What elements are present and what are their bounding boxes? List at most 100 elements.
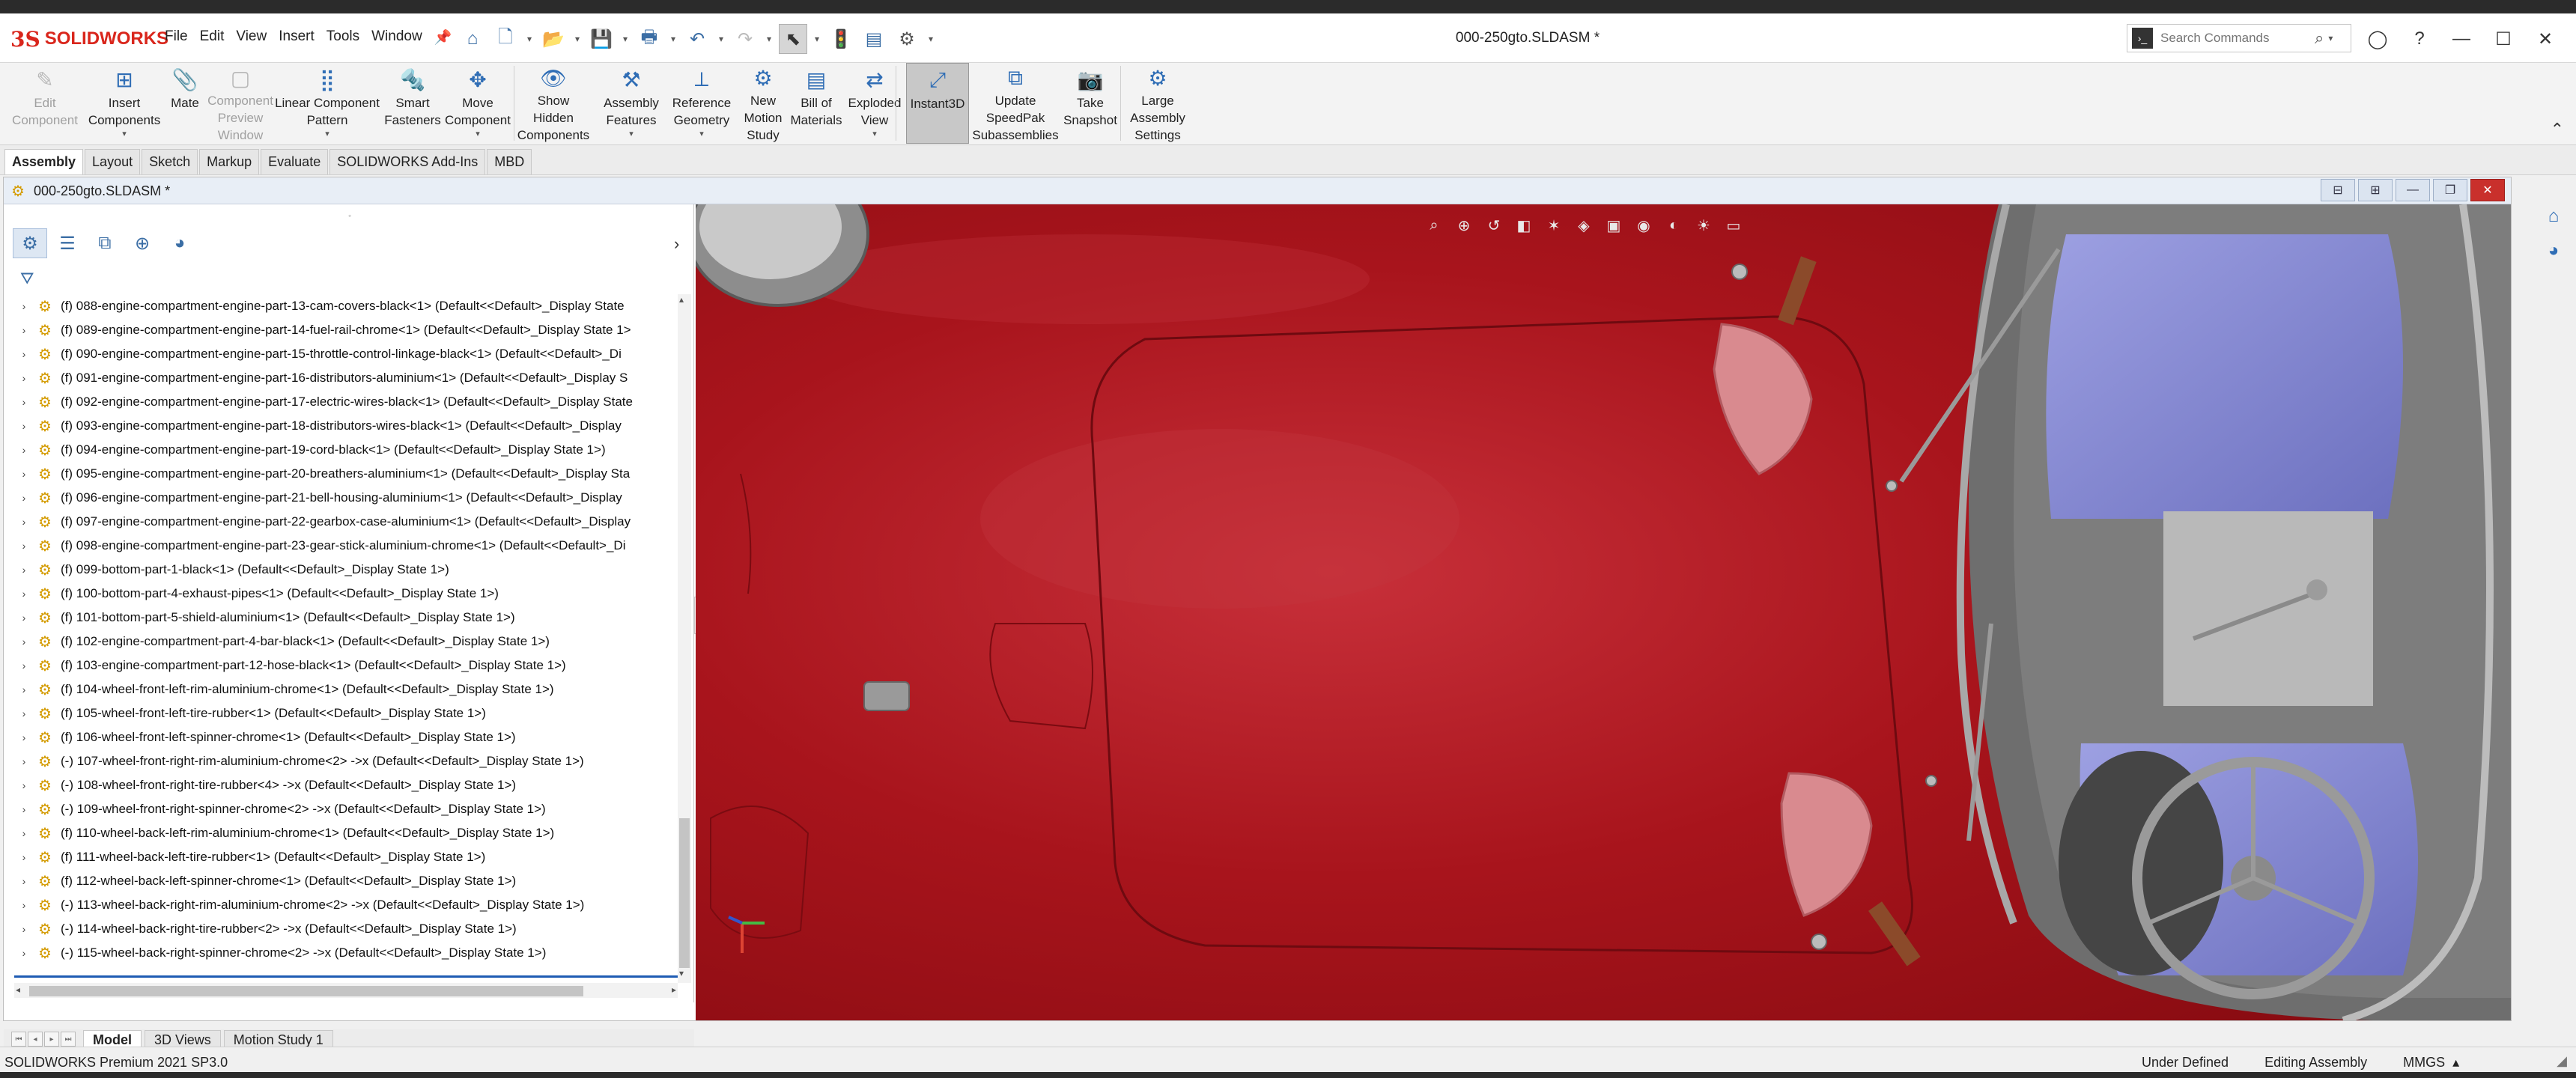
prev-tab-icon[interactable]: ◂ — [28, 1032, 43, 1047]
pin-menu-icon[interactable]: 📌 — [428, 24, 458, 51]
tree-item[interactable]: › ⚙ (f) 110-wheel-back-left-rim-aluminium-… — [14, 821, 679, 845]
tree-item[interactable]: › ⚙ (f) 091-engine-compartment-engine-part… — [14, 366, 679, 390]
expand-chevron-icon[interactable]: › — [14, 660, 34, 672]
ribbon-button-bom[interactable]: ▤ Bill of Materials — [789, 63, 843, 144]
expand-chevron-icon[interactable]: › — [14, 612, 34, 624]
expand-chevron-icon[interactable]: › — [14, 731, 34, 743]
tab-sketch[interactable]: Sketch — [142, 149, 198, 174]
undo-dropdown-icon[interactable]: ▾ — [716, 24, 726, 54]
zoom-to-fit-icon[interactable]: ⌕ — [1421, 212, 1448, 239]
tree-item[interactable]: › ⚙ (f) 089-engine-compartment-engine-part… — [14, 318, 679, 342]
new-dropdown-icon[interactable]: ▾ — [524, 24, 535, 54]
last-tab-icon[interactable]: ⏭ — [61, 1032, 76, 1047]
ribbon-button-linear-pattern[interactable]: ⣿ Linear Component Pattern ▾ — [271, 63, 383, 144]
edit-appearance-icon[interactable]: ◐ — [1660, 212, 1687, 239]
tab-layout[interactable]: Layout — [85, 149, 141, 174]
scroll-thumb[interactable] — [679, 818, 690, 968]
scroll-right-icon[interactable]: ▸ — [672, 984, 676, 995]
redo-icon[interactable]: ↷ — [731, 24, 759, 54]
expand-chevron-icon[interactable]: › — [14, 396, 34, 408]
expand-panel-chevron-icon[interactable]: › — [674, 234, 679, 254]
first-tab-icon[interactable]: ⏮ — [11, 1032, 26, 1047]
tree-item[interactable]: › ⚙ (-) 108-wheel-front-right-tire-rubber<… — [14, 773, 679, 797]
redo-dropdown-icon[interactable]: ▾ — [764, 24, 774, 54]
expand-chevron-icon[interactable]: › — [14, 707, 34, 719]
resize-grip-icon[interactable]: ◢ — [2557, 1053, 2567, 1069]
expand-chevron-icon[interactable]: › — [14, 564, 34, 576]
previous-view-icon[interactable]: ↺ — [1480, 212, 1507, 239]
ribbon-button-speedpak[interactable]: ⧉ Update SpeedPak Subassemblies — [970, 63, 1060, 144]
menu-file[interactable]: File — [159, 24, 194, 51]
user-account-icon[interactable]: ◯ — [2359, 24, 2396, 54]
ribbon-dropdown-arrow-icon[interactable]: ▾ — [122, 129, 127, 139]
tree-item[interactable]: › ⚙ (f) 103-engine-compartment-part-12-hos… — [14, 654, 679, 677]
menu-insert[interactable]: Insert — [273, 24, 321, 51]
print-dropdown-icon[interactable]: ▾ — [668, 24, 678, 54]
help-icon[interactable]: ? — [2401, 24, 2438, 54]
tree-item[interactable]: › ⚙ (-) 107-wheel-front-right-rim-aluminiu… — [14, 749, 679, 773]
tree-item[interactable]: › ⚙ (f) 112-wheel-back-left-spinner-chrome… — [14, 869, 679, 893]
hscroll-thumb[interactable] — [29, 986, 583, 996]
options-gear-icon[interactable]: ⚙ — [893, 24, 921, 54]
search-icon[interactable]: ⌕ — [2315, 28, 2324, 48]
tree-item[interactable]: › ⚙ (f) 098-engine-compartment-engine-part… — [14, 534, 679, 558]
tree-item[interactable]: › ⚙ (f) 106-wheel-front-left-spinner-chrom… — [14, 725, 679, 749]
ribbon-button-motion-study[interactable]: ⚙ New Motion Study — [738, 63, 788, 144]
solidworks-logo[interactable]: 3S SOLIDWORKS — [10, 24, 168, 54]
tree-item[interactable]: › ⚙ (f) 093-engine-compartment-engine-part… — [14, 414, 679, 438]
tile-vertical-icon[interactable]: ⊞ — [2358, 179, 2393, 201]
ribbon-button-smart-fasteners[interactable]: 🔩 Smart Fasteners — [384, 63, 441, 144]
tree-horizontal-scrollbar[interactable]: ◂ ▸ — [14, 983, 678, 998]
expand-chevron-icon[interactable]: › — [14, 492, 34, 504]
menu-window[interactable]: Window — [365, 24, 428, 51]
expand-chevron-icon[interactable]: › — [14, 923, 34, 935]
ribbon-button-mate[interactable]: 📎 Mate — [163, 63, 207, 144]
expand-chevron-icon[interactable]: › — [14, 827, 34, 839]
tree-item[interactable]: › ⚙ (f) 104-wheel-front-left-rim-aluminium… — [14, 677, 679, 701]
tree-item[interactable]: › ⚙ (-) 109-wheel-front-right-spinner-chro… — [14, 797, 679, 821]
search-commands-box[interactable]: ›_ ⌕ ▾ — [2127, 24, 2351, 52]
tree-item[interactable]: › ⚙ (f) 099-bottom-part-1-black<1> (Defaul… — [14, 558, 679, 582]
expand-chevron-icon[interactable]: › — [14, 420, 34, 432]
dynamic-annotation-icon[interactable]: ✶ — [1540, 212, 1567, 239]
scroll-down-icon[interactable]: ▾ — [679, 968, 684, 978]
ribbon-dropdown-arrow-icon[interactable]: ▾ — [476, 129, 480, 139]
ribbon-dropdown-arrow-icon[interactable]: ▾ — [629, 129, 634, 139]
search-dropdown-icon[interactable]: ▾ — [2328, 33, 2333, 43]
tree-item[interactable]: › ⚙ (f) 111-wheel-back-left-tire-rubber<1>… — [14, 845, 679, 869]
ribbon-dropdown-arrow-icon[interactable]: ▾ — [872, 129, 877, 139]
ribbon-button-snapshot[interactable]: 📷 Take Snapshot — [1063, 63, 1117, 144]
doc-restore-icon[interactable]: ❐ — [2433, 179, 2467, 201]
home-icon[interactable]: ⌂ — [458, 24, 487, 54]
expand-chevron-icon[interactable]: › — [14, 588, 34, 600]
property-manager-tab-icon[interactable]: ☰ — [50, 228, 85, 258]
apply-scene-icon[interactable]: ☀ — [1690, 212, 1717, 239]
menu-tools[interactable]: Tools — [321, 24, 365, 51]
minimize-icon[interactable]: — — [2443, 24, 2480, 54]
graphics-viewport[interactable]: ⌕ ⊕ ↺ ◧ ✶ ◈ ▣ ◉ ◐ ☀ ▭ — [696, 204, 2511, 1020]
scroll-up-icon[interactable]: ▴ — [679, 294, 684, 305]
expand-chevron-icon[interactable]: › — [14, 851, 34, 863]
tree-item[interactable]: › ⚙ (f) 092-engine-compartment-engine-part… — [14, 390, 679, 414]
tree-item[interactable]: › ⚙ (f) 096-engine-compartment-engine-part… — [14, 486, 679, 510]
tree-item[interactable]: › ⚙ (-) 115-wheel-back-right-spinner-chrom… — [14, 941, 679, 965]
tab-mbd[interactable]: MBD — [487, 149, 532, 174]
expand-chevron-icon[interactable]: › — [14, 372, 34, 384]
zoom-to-area-icon[interactable]: ⊕ — [1450, 212, 1477, 239]
menu-edit[interactable]: Edit — [194, 24, 231, 51]
print-icon[interactable]: 🖶 — [635, 24, 663, 54]
file-properties-icon[interactable]: ▤ — [860, 24, 888, 54]
expand-chevron-icon[interactable]: › — [14, 636, 34, 648]
expand-chevron-icon[interactable]: › — [14, 468, 34, 480]
tree-item[interactable]: › ⚙ (f) 102-engine-compartment-part-4-bar-… — [14, 630, 679, 654]
ribbon-button-component-preview[interactable]: ▢ Component Preview Window — [207, 63, 273, 144]
maximize-icon[interactable]: ☐ — [2485, 24, 2522, 54]
tab-assembly[interactable]: Assembly — [4, 149, 84, 174]
solidworks-resources-icon[interactable]: ⌂ — [2539, 202, 2569, 231]
display-manager-tab-icon[interactable]: ◕ — [162, 228, 197, 258]
tree-item[interactable]: › ⚙ (f) 095-engine-compartment-engine-part… — [14, 462, 679, 486]
display-style-icon[interactable]: ▣ — [1600, 212, 1627, 239]
configuration-manager-tab-icon[interactable]: ⧉ — [88, 228, 122, 258]
hide-show-items-icon[interactable]: ◉ — [1630, 212, 1657, 239]
open-folder-icon[interactable]: 📂 — [539, 24, 568, 54]
